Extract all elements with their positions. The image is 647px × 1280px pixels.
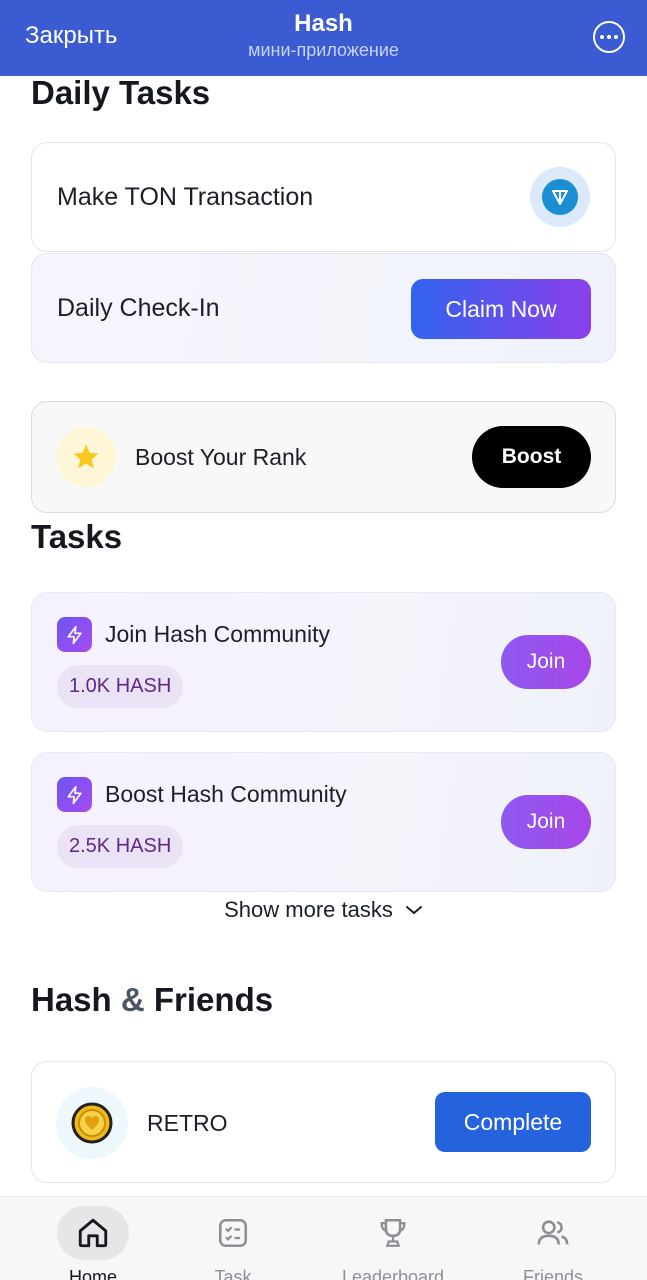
join-button[interactable]: Join [501,795,591,849]
coin-icon [56,1087,128,1159]
nav-label: Leaderboard [341,1267,445,1280]
boost-rank-card: Boost Your Rank Boost [31,401,616,513]
title-part-hash: Hash [31,981,112,1018]
more-options-icon[interactable] [593,21,625,53]
users-icon [517,1206,589,1260]
show-more-label: Show more tasks [224,897,393,922]
boost-rank-label: Boost Your Rank [135,444,307,470]
star-icon [56,427,116,487]
title-part-friends: Friends [153,981,274,1018]
nav-label: Home [68,1267,117,1280]
task-card: Boost Hash Community 2.5K HASH Join [31,752,616,892]
partner-card: RETRO Complete [31,1061,616,1183]
ton-icon [530,167,590,227]
home-icon [57,1206,129,1260]
task-card: Join Hash Community 1.0K HASH Join [31,592,616,732]
title-ampersand: & [120,981,145,1018]
chevron-down-icon [405,906,422,915]
hash-friends-title: Hash & Friends [31,981,273,1019]
mini-app-header: Закрыть Hash мини-приложение [0,0,647,76]
daily-tasks-title: Daily Tasks [31,74,211,111]
ton-transaction-label: Make TON Transaction [57,183,314,211]
reward-badge: 1.0K HASH [57,665,184,708]
lightning-icon [57,777,92,812]
checklist-icon [197,1206,269,1260]
bottom-navigation: Home Task Leaderboard Friends [0,1196,647,1280]
boost-button[interactable]: Boost [472,426,591,488]
nav-friends[interactable]: Friends [488,1197,618,1280]
header-title-block: Hash мини-приложение [0,10,647,61]
app-subtitle: мини-приложение [248,40,399,60]
nav-task[interactable]: Task [168,1197,298,1280]
nav-label: Friends [522,1267,584,1280]
trophy-icon [357,1206,429,1260]
app-title: Hash [294,10,353,37]
task-title: Join Hash Community [105,621,330,647]
lightning-icon [57,617,92,652]
show-more-tasks-button[interactable]: Show more tasks [0,897,647,923]
reward-badge: 2.5K HASH [57,825,184,868]
daily-checkin-card: Daily Check-In Claim Now [31,253,616,363]
partner-label: RETRO [147,1110,228,1136]
ton-transaction-card[interactable]: Make TON Transaction [31,142,616,252]
nav-label: Task [214,1267,252,1280]
task-title: Boost Hash Community [105,781,347,807]
nav-home[interactable]: Home [28,1197,158,1280]
nav-leaderboard[interactable]: Leaderboard [328,1197,458,1280]
claim-now-button[interactable]: Claim Now [411,279,591,339]
join-button[interactable]: Join [501,635,591,689]
daily-checkin-label: Daily Check-In [57,294,220,322]
complete-button[interactable]: Complete [435,1092,591,1152]
tasks-title: Tasks [31,518,123,555]
